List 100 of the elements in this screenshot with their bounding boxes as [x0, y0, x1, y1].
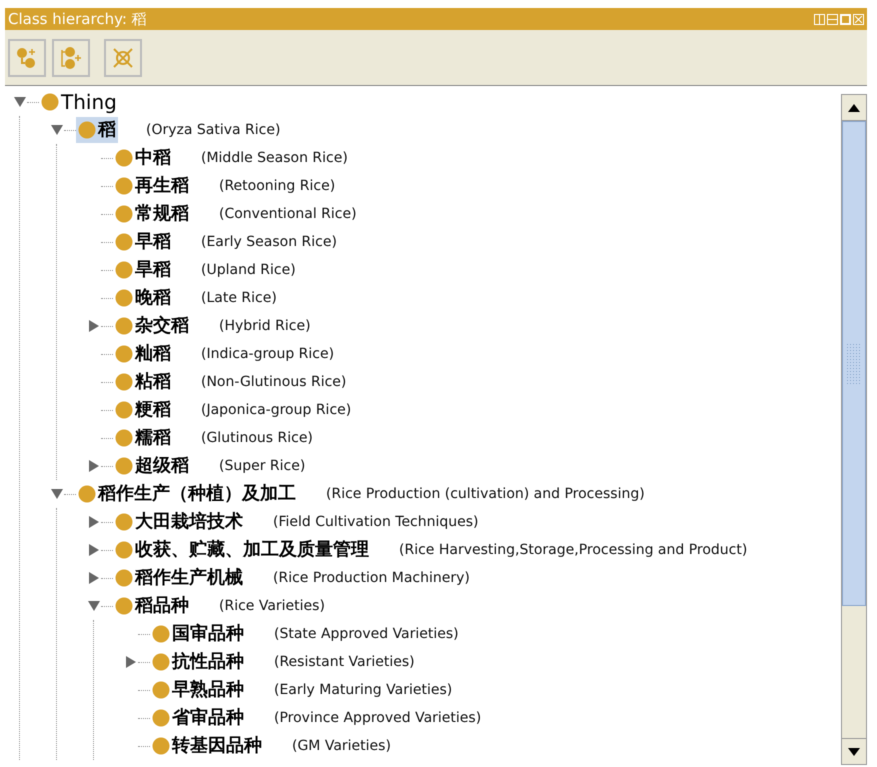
annotation-label: (Rice Production (cultivation) and Processing) — [326, 487, 645, 501]
class-icon — [115, 233, 133, 251]
annotation-label: (Late Rice) — [201, 291, 277, 305]
class-node[interactable]: 常规稻 — [113, 201, 191, 227]
class-node[interactable]: 早稻 — [113, 229, 173, 255]
scroll-down-icon[interactable] — [848, 748, 860, 756]
class-label: 稻品种 — [135, 597, 189, 615]
class-icon — [115, 569, 133, 587]
class-label: 早熟品种 — [172, 681, 244, 699]
class-label: 稻作生产机械 — [135, 569, 243, 587]
annotation-label: (Resistant Varieties) — [274, 655, 415, 669]
collapse-toggle[interactable] — [14, 96, 26, 108]
class-label: 早稻 — [135, 233, 171, 251]
class-node[interactable]: 再生稻 — [113, 173, 191, 199]
class-icon — [115, 401, 133, 419]
scrollbar[interactable] — [841, 94, 867, 765]
class-icon — [115, 289, 133, 307]
expand-toggle[interactable] — [88, 320, 100, 332]
class-node[interactable]: 杂交稻 — [113, 313, 191, 339]
class-node[interactable]: 超级稻 — [113, 453, 191, 479]
class-icon — [115, 317, 133, 335]
class-node[interactable]: 中稻 — [113, 145, 173, 171]
class-label: 省审品种 — [172, 709, 244, 727]
class-node[interactable]: 稻 — [76, 117, 118, 143]
class-icon — [152, 653, 170, 671]
class-label: 大田栽培技术 — [135, 513, 243, 531]
class-label: 国审品种 — [172, 625, 244, 643]
annotation-label: (Middle Season Rice) — [201, 151, 348, 165]
class-label: 收获、贮藏、加工及质量管理 — [135, 541, 369, 559]
class-node[interactable]: 粳稻 — [113, 397, 173, 423]
annotation-label: (Upland Rice) — [201, 263, 296, 277]
scroll-thumb[interactable] — [842, 121, 866, 606]
class-label: 粘稻 — [135, 373, 171, 391]
annotation-label: (State Approved Varieties) — [274, 627, 459, 641]
delete-class-icon — [111, 46, 135, 70]
class-node[interactable]: 转基因品种 — [150, 733, 264, 759]
collapse-toggle[interactable] — [51, 124, 63, 136]
class-icon — [115, 429, 133, 447]
annotation-label: (Conventional Rice) — [219, 207, 357, 221]
class-node[interactable]: 籼稻 — [113, 341, 173, 367]
class-node[interactable]: 早熟品种 — [150, 677, 246, 703]
class-node[interactable]: 晚稻 — [113, 285, 173, 311]
annotation-label: (Japonica-group Rice) — [201, 403, 352, 417]
class-node[interactable]: 收获、贮藏、加工及质量管理 — [113, 537, 371, 563]
class-label: 中稻 — [135, 149, 171, 167]
class-icon — [152, 681, 170, 699]
class-icon — [115, 513, 133, 531]
annotation-label: (Hybrid Rice) — [219, 319, 311, 333]
annotation-label: (GM Varieties) — [292, 739, 391, 753]
class-icon — [115, 597, 133, 615]
class-label: 稻 — [98, 121, 116, 139]
class-node[interactable]: 糯稻 — [113, 425, 173, 451]
class-icon — [152, 737, 170, 755]
annotation-label: (Non-Glutinous Rice) — [201, 375, 346, 389]
scroll-up-icon[interactable] — [848, 104, 860, 112]
class-label: 糯稻 — [135, 429, 171, 447]
class-icon — [115, 345, 133, 363]
class-node[interactable]: 粘稻 — [113, 369, 173, 395]
annotation-label: (Rice Harvesting,Storage,Processing and Product) — [399, 543, 748, 557]
class-icon — [115, 205, 133, 223]
class-label: 常规稻 — [135, 205, 189, 223]
annotation-label: (Rice Production Machinery) — [273, 571, 470, 585]
expand-toggle[interactable] — [125, 656, 137, 668]
annotation-label: (Early Season Rice) — [201, 235, 337, 249]
expand-toggle[interactable] — [88, 516, 100, 528]
class-icon — [78, 121, 96, 139]
class-node[interactable]: 稻作生产机械 — [113, 565, 245, 591]
expand-toggle[interactable] — [88, 544, 100, 556]
class-icon — [115, 541, 133, 559]
class-label: 超级稻 — [135, 457, 189, 475]
class-icon — [115, 457, 133, 475]
class-label: 粳稻 — [135, 401, 171, 419]
class-node[interactable]: 国审品种 — [150, 621, 246, 647]
expand-toggle[interactable] — [88, 572, 100, 584]
class-node[interactable]: 抗性品种 — [150, 649, 246, 675]
class-label: 旱稻 — [135, 261, 171, 279]
class-icon — [152, 625, 170, 643]
annotation-label: (Early Maturing Varieties) — [274, 683, 452, 697]
annotation-label: (Retooning Rice) — [219, 179, 336, 193]
class-icon — [115, 177, 133, 195]
collapse-toggle[interactable] — [51, 488, 63, 500]
annotation-label: (Field Cultivation Techniques) — [273, 515, 479, 529]
class-node[interactable]: 大田栽培技术 — [113, 509, 245, 535]
class-label: 转基因品种 — [172, 737, 262, 755]
class-label: 杂交稻 — [135, 317, 189, 335]
annotation-label: (Glutinous Rice) — [201, 431, 313, 445]
annotation-label: (Oryza Sativa Rice) — [146, 123, 280, 137]
class-node[interactable]: 旱稻 — [113, 257, 173, 283]
class-node[interactable]: 省审品种 — [150, 705, 246, 731]
class-node[interactable]: Thing — [39, 89, 119, 115]
collapse-toggle[interactable] — [88, 600, 100, 612]
class-label: 稻作生产（种植）及加工 — [98, 485, 296, 503]
class-node[interactable]: 稻品种 — [113, 593, 191, 619]
class-node[interactable]: 稻作生产（种植）及加工 — [76, 481, 298, 507]
annotation-label: (Province Approved Varieties) — [274, 711, 482, 725]
class-label: 抗性品种 — [172, 653, 244, 671]
class-icon — [115, 373, 133, 391]
expand-toggle[interactable] — [88, 460, 100, 472]
annotation-label: (Rice Varieties) — [219, 599, 325, 613]
annotation-label: (Indica-group Rice) — [201, 347, 334, 361]
